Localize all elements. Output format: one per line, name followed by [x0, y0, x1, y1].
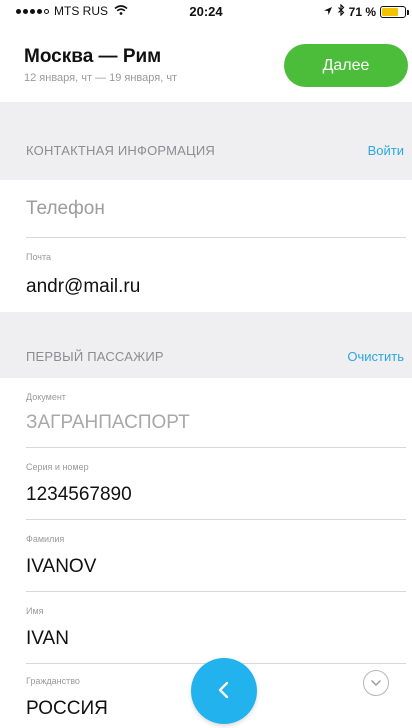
battery-tip [407, 9, 409, 15]
passenger-section-header: ПЕРВЫЙ ПАССАЖИР Очистить [0, 312, 412, 378]
passport-number-value: 1234567890 [26, 484, 132, 505]
login-link[interactable]: Войти [368, 143, 404, 158]
surname-value: IVANOV [26, 556, 97, 577]
chevron-left-icon [217, 676, 231, 707]
passport-number-field[interactable]: Серия и номер 1234567890 [26, 448, 406, 520]
next-button[interactable]: Далее [284, 44, 408, 87]
location-arrow-icon [323, 5, 333, 19]
email-value: andr@mail.ru [26, 276, 141, 297]
surname-label: Фамилия [26, 534, 65, 544]
contact-section-header: КОНТАКТНАЯ ИНФОРМАЦИЯ Войти [0, 102, 412, 180]
passport-number-label: Серия и номер [26, 462, 89, 472]
document-field[interactable]: Документ ЗАГРАНПАСПОРТ [26, 378, 406, 448]
battery-icon [380, 5, 409, 18]
passenger-section-title: ПЕРВЫЙ ПАССАЖИР [26, 349, 164, 364]
route-title: Москва — Рим [24, 46, 162, 67]
email-field[interactable]: Почта andr@mail.ru [26, 238, 406, 312]
first-name-label: Имя [26, 606, 44, 616]
flight-header: Москва — Рим 12 января, чт — 19 января, … [0, 20, 412, 102]
document-label: Документ [26, 392, 66, 402]
phone-field[interactable]: Телефон [26, 180, 406, 238]
first-name-field[interactable]: Имя IVAN [26, 592, 406, 664]
bluetooth-icon [337, 3, 345, 19]
citizenship-label: Гражданство [26, 676, 80, 686]
document-value: ЗАГРАНПАСПОРТ [26, 412, 190, 433]
status-right: 71 % [323, 3, 409, 19]
battery-percent: 71 % [348, 4, 376, 19]
email-label: Почта [26, 252, 51, 262]
phone-placeholder: Телефон [26, 198, 105, 219]
trip-dates: 12 января, чт — 19 января, чт [24, 72, 178, 84]
clear-link[interactable]: Очистить [347, 349, 404, 364]
status-bar: MTS RUS 20:24 71 % [0, 0, 412, 20]
first-name-value: IVAN [26, 628, 69, 649]
battery-level [382, 7, 398, 16]
back-button[interactable] [191, 658, 257, 724]
chevron-down-icon[interactable] [363, 670, 389, 696]
contact-section-title: КОНТАКТНАЯ ИНФОРМАЦИЯ [26, 143, 215, 158]
surname-field[interactable]: Фамилия IVANOV [26, 520, 406, 592]
citizenship-value: РОССИЯ [26, 698, 108, 719]
